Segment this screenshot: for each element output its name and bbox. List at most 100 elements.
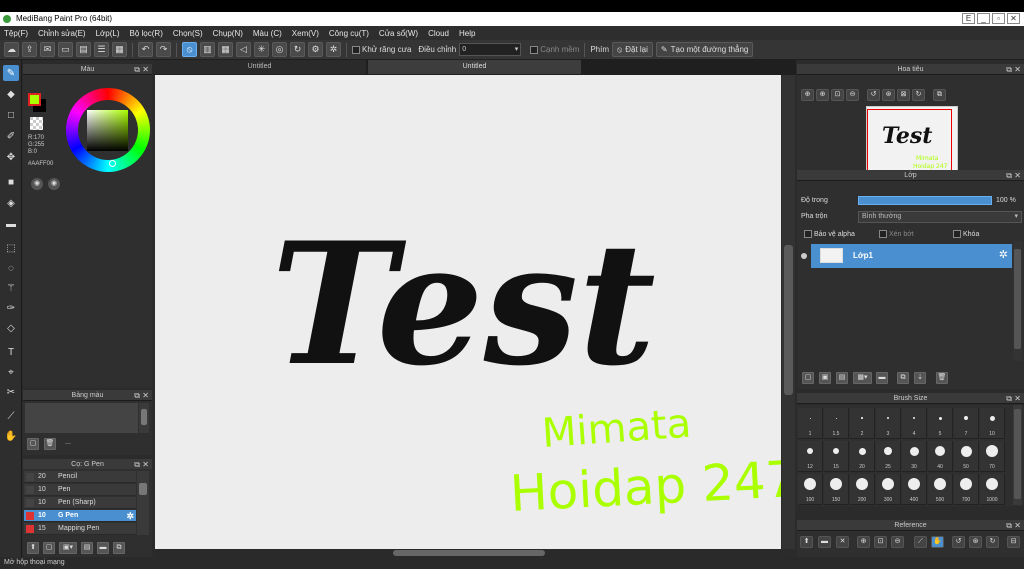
brush-size-cell[interactable]: 100: [798, 474, 823, 505]
add-brush-menu-icon[interactable]: ▣▾: [59, 542, 77, 554]
close-icon[interactable]: ✕: [142, 64, 149, 75]
lasso-tool-icon[interactable]: ◌: [3, 260, 19, 276]
add-brush-icon[interactable]: ⬆: [27, 542, 39, 554]
magic-wand-icon[interactable]: ⚚: [3, 280, 19, 296]
protect-alpha-option[interactable]: Bảo vệ alpha: [804, 230, 855, 238]
cloud-icon[interactable]: ☁: [4, 42, 19, 57]
float-icon[interactable]: ⧉: [1006, 520, 1012, 531]
snap-off-icon[interactable]: ⦸: [182, 42, 197, 57]
maximize-button[interactable]: ▫: [992, 13, 1005, 24]
brush-size-cell[interactable]: 1000: [980, 474, 1005, 505]
fit-icon[interactable]: ⊡: [831, 89, 844, 101]
brush-size-cell[interactable]: 200: [850, 474, 875, 505]
clipping-checkbox[interactable]: [879, 230, 887, 238]
close-icon[interactable]: ✕: [1014, 64, 1021, 75]
menu-window[interactable]: Cửa sổ(W): [379, 29, 418, 38]
vanishing-snap-icon[interactable]: ◁: [236, 42, 251, 57]
select-eraser-icon[interactable]: ◇: [3, 320, 19, 336]
eyedropper-icon[interactable]: ⟋: [914, 536, 927, 548]
select-tool-icon[interactable]: ⬚: [3, 240, 19, 256]
menu-file[interactable]: Tệp(F): [4, 29, 28, 38]
lock-checkbox[interactable]: [953, 230, 961, 238]
upload-icon[interactable]: ⬆: [800, 536, 813, 548]
gear-icon[interactable]: ✲: [126, 510, 134, 522]
brush-size-cell[interactable]: 5: [928, 408, 953, 439]
soft-edge-option[interactable]: Cạnh mềm: [530, 45, 579, 54]
new-8bit-layer-icon[interactable]: ▤: [836, 372, 848, 384]
fill-rect-tool-icon[interactable]: ■: [3, 174, 19, 190]
close-icon[interactable]: ✕: [1014, 393, 1021, 404]
zoom-in-icon[interactable]: ⊕: [801, 89, 814, 101]
rotate-reset-icon[interactable]: ⊛: [882, 89, 895, 101]
folder-icon[interactable]: ▬: [97, 542, 109, 554]
antialias-option[interactable]: Khử răng cưa: [352, 45, 411, 54]
bucket-tool-icon[interactable]: ◈: [3, 195, 19, 211]
page-icon[interactable]: ▤: [76, 42, 91, 57]
new-brush-icon[interactable]: ▢: [43, 542, 55, 554]
new-layer-icon[interactable]: ▢: [802, 372, 814, 384]
rotate-left-icon[interactable]: ↺: [952, 536, 965, 548]
settings-icon[interactable]: ⚙: [308, 42, 323, 57]
rotate-left-icon[interactable]: ↺: [867, 89, 880, 101]
brush-item[interactable]: 20 Pencil: [24, 471, 136, 483]
add-layer-menu-icon[interactable]: ▦▾: [853, 372, 872, 384]
menu-cloud[interactable]: Cloud: [428, 29, 449, 38]
clipping-option[interactable]: Xén bớt: [879, 230, 914, 238]
eyedropper-tool-icon[interactable]: ⟋: [3, 408, 19, 424]
swatch-more[interactable]: ...: [65, 439, 71, 446]
protect-alpha-checkbox[interactable]: [804, 230, 812, 238]
menu-filter[interactable]: Bộ lọc(R): [130, 29, 163, 38]
lock-icon[interactable]: ⊟: [1007, 536, 1020, 548]
new-halftone-layer-icon[interactable]: ▣: [819, 372, 831, 384]
folder-icon[interactable]: ▬: [876, 372, 888, 384]
brush-tool-icon[interactable]: ✎: [3, 65, 19, 81]
brush-size-cell[interactable]: 12: [798, 441, 823, 472]
brush-size-cell[interactable]: 10: [980, 408, 1005, 439]
layer-visibility-icon[interactable]: [801, 253, 807, 259]
float-icon[interactable]: ⧉: [1006, 393, 1012, 404]
eraser-tool-icon[interactable]: ◆: [3, 86, 19, 102]
brush-size-cell[interactable]: 500: [928, 474, 953, 505]
brush-size-cell[interactable]: 1.5: [824, 408, 849, 439]
menu-help[interactable]: Help: [459, 29, 475, 38]
hand-icon[interactable]: ✋: [931, 536, 944, 548]
close-icon[interactable]: ✕: [142, 390, 149, 401]
gear-icon[interactable]: ✲: [999, 248, 1008, 261]
zoom-out-icon[interactable]: ⊖: [846, 89, 859, 101]
brush-size-cell[interactable]: 30: [902, 441, 927, 472]
float-icon[interactable]: ⧉: [134, 390, 140, 401]
dot-tool-icon[interactable]: ✐: [3, 128, 19, 144]
menu-edit[interactable]: Chỉnh sửa(E): [38, 29, 86, 38]
delete-swatch-icon[interactable]: 🗑: [44, 438, 56, 450]
gradient-tool-icon[interactable]: ▬: [3, 216, 19, 232]
menu-view[interactable]: Xem(V): [292, 29, 319, 38]
rectangle-tool-icon[interactable]: □: [3, 107, 19, 123]
parallel-snap-icon[interactable]: ▥: [200, 42, 215, 57]
reference-icon[interactable]: ⧉: [933, 89, 946, 101]
duplicate-icon[interactable]: ⧉: [113, 542, 125, 554]
redo-icon[interactable]: ↷: [156, 42, 171, 57]
zoom-icon[interactable]: ⊕: [816, 89, 829, 101]
brush-size-cell[interactable]: 1: [798, 408, 823, 439]
move-tool-icon[interactable]: ✥: [3, 149, 19, 165]
brush-item-selected[interactable]: 10 G Pen ✲: [24, 510, 136, 522]
circle-snap-icon[interactable]: ◎: [272, 42, 287, 57]
brush-size-cell[interactable]: 40: [928, 441, 953, 472]
brush-scrollbar[interactable]: [137, 471, 149, 535]
antialias-checkbox[interactable]: [352, 45, 360, 54]
transparent-color-swatch[interactable]: [30, 117, 43, 130]
brush-size-cell[interactable]: 50: [954, 441, 979, 472]
zoom-out-icon[interactable]: ⊖: [891, 536, 904, 548]
hand-tool-icon[interactable]: ✋: [3, 428, 19, 444]
rotate-reset-icon[interactable]: ⊛: [969, 536, 982, 548]
brush-size-cell[interactable]: 700: [954, 474, 979, 505]
options-icon[interactable]: ✲: [326, 42, 341, 57]
brush-size-cell[interactable]: 20: [850, 441, 875, 472]
brush-size-cell[interactable]: 7: [954, 408, 979, 439]
fit-icon[interactable]: ⊡: [874, 536, 887, 548]
layer-scrollbar[interactable]: [1013, 241, 1022, 361]
straight-line-button[interactable]: ✎ Tạo một đường thẳng: [655, 42, 754, 57]
menu-layer[interactable]: Lớp(L): [96, 29, 120, 38]
soft-edge-checkbox[interactable]: [530, 45, 539, 54]
canvas-horizontal-scrollbar[interactable]: [155, 549, 781, 557]
